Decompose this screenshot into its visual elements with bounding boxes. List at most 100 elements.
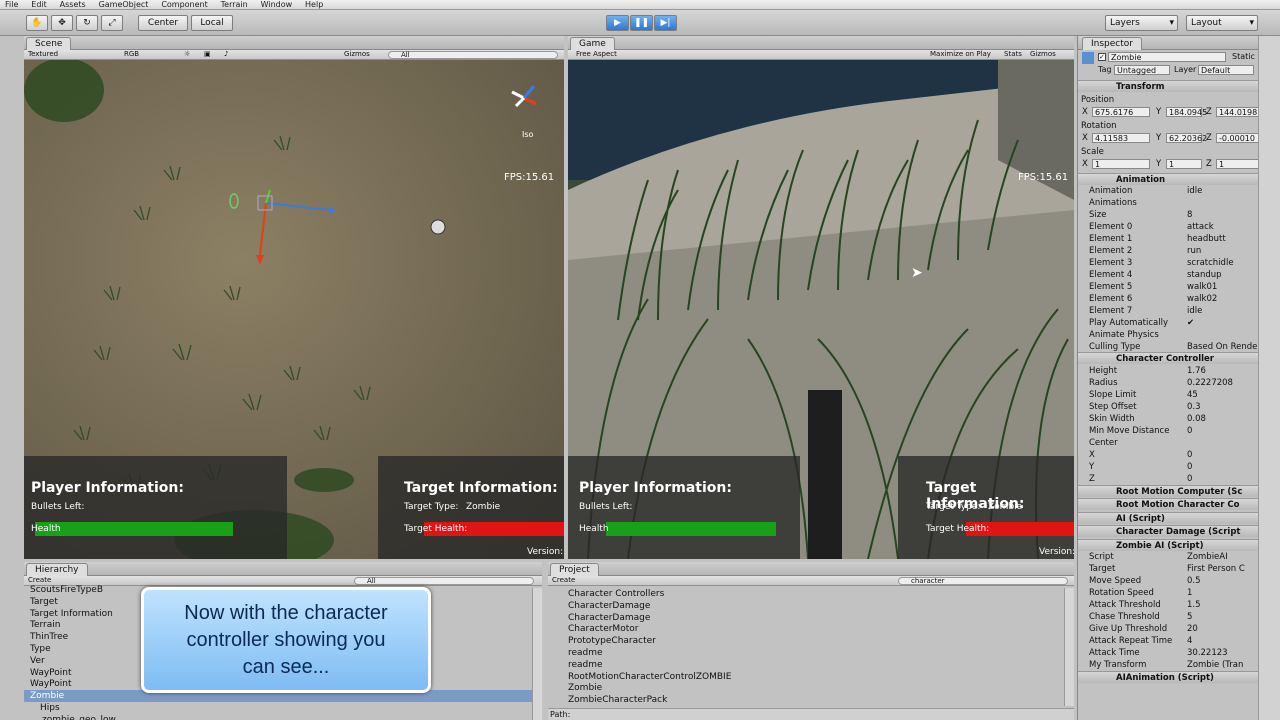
animation-header[interactable]: Animation	[1078, 173, 1258, 185]
character-controller-row[interactable]: Z0	[1078, 473, 1258, 485]
rotation-z-field[interactable]: -0.00010	[1216, 133, 1258, 143]
zombie-ai-row-value[interactable]: 20	[1187, 623, 1198, 635]
project-item[interactable]: Character Controllers	[568, 588, 664, 600]
zombie-ai-row[interactable]: Chase Threshold 5	[1078, 611, 1258, 623]
menu-assets[interactable]: Assets	[55, 0, 91, 10]
pivot-center-button[interactable]: Center	[138, 15, 188, 31]
character-damage-header[interactable]: Character Damage (Script	[1078, 525, 1258, 537]
render-mode-dropdown[interactable]: RGB	[124, 50, 139, 59]
project-item[interactable]: ZombieCharacterPack	[568, 694, 667, 706]
rotation-x-field[interactable]: 4.11583	[1092, 133, 1150, 143]
character-controller-row-value[interactable]: 0	[1187, 425, 1192, 437]
draw-mode-dropdown[interactable]: Textured	[28, 50, 58, 59]
zombie-ai-row-value[interactable]: 4	[1187, 635, 1192, 647]
step-button[interactable]: ▶|	[654, 15, 677, 31]
character-controller-row-value[interactable]: 0	[1187, 449, 1192, 461]
zombie-ai-row[interactable]: My Transform Zombie (Tran	[1078, 659, 1258, 671]
character-controller-row-value[interactable]: 0.2227208	[1187, 377, 1233, 389]
character-controller-row[interactable]: Slope Limit 45	[1078, 389, 1258, 401]
animation-row-value[interactable]: standup	[1187, 269, 1222, 281]
project-item[interactable]: CharacterDamage	[568, 600, 650, 612]
hierarchy-search-input[interactable]: All	[354, 577, 534, 585]
hierarchy-item[interactable]: zombie_geo_low	[42, 714, 116, 720]
project-scrollbar[interactable]	[1064, 588, 1074, 706]
scene-search-input[interactable]: All	[388, 51, 558, 59]
hierarchy-scrollbar[interactable]	[532, 588, 542, 720]
zombie-ai-row-value[interactable]: ZombieAI	[1187, 551, 1228, 563]
zombie-ai-row[interactable]: Move Speed 0.5	[1078, 575, 1258, 587]
project-search-input[interactable]: character	[898, 577, 1068, 585]
animation-row-value[interactable]: walk02	[1187, 293, 1217, 305]
menu-window[interactable]: Window	[256, 0, 298, 10]
character-controller-row[interactable]: Y0	[1078, 461, 1258, 473]
project-item[interactable]: CharacterMotor	[568, 623, 638, 635]
position-x-field[interactable]: 675.6176	[1092, 107, 1150, 117]
animation-row[interactable]: Size 8	[1078, 209, 1258, 221]
animation-row-value[interactable]: attack	[1187, 221, 1214, 233]
animation-row[interactable]: Element 0 attack	[1078, 221, 1258, 233]
character-controller-row[interactable]: X0	[1078, 449, 1258, 461]
image-icon[interactable]: ▣	[204, 50, 211, 59]
animation-row[interactable]: Element 3 scratchidle	[1078, 257, 1258, 269]
scene-view[interactable]: Iso FPS:15.61 Player Information: Bullet…	[24, 60, 564, 559]
character-controller-row-value[interactable]: 1.76	[1187, 365, 1206, 377]
tab-game[interactable]: Game	[570, 37, 615, 50]
character-controller-row-value[interactable]: 45	[1187, 389, 1198, 401]
root-motion-computer-header[interactable]: Root Motion Computer (Sc	[1078, 485, 1258, 497]
zombie-ai-row[interactable]: Rotation Speed 1	[1078, 587, 1258, 599]
animation-row[interactable]: Element 2 run	[1078, 245, 1258, 257]
tab-scene[interactable]: Scene	[26, 37, 72, 50]
character-controller-header[interactable]: Character Controller	[1078, 352, 1258, 364]
zombie-ai-row-value[interactable]: 1	[1187, 587, 1192, 599]
menu-edit[interactable]: Edit	[26, 0, 52, 10]
character-controller-row[interactable]: Skin Width 0.08	[1078, 413, 1258, 425]
animation-row-value[interactable]: headbutt	[1187, 233, 1226, 245]
object-name-field[interactable]: Zombie	[1108, 52, 1226, 62]
animation-row[interactable]: Animations	[1078, 197, 1258, 209]
zombie-ai-row-value[interactable]: 1.5	[1187, 599, 1201, 611]
animation-row-value[interactable]: idle	[1187, 305, 1202, 317]
animation-row-value[interactable]: walk01	[1187, 281, 1217, 293]
hierarchy-item[interactable]: Terrain	[30, 619, 60, 631]
hierarchy-item[interactable]: WayPoint	[30, 667, 72, 679]
layers-dropdown[interactable]: Layers ▾	[1105, 15, 1178, 31]
animation-row[interactable]: Element 5 walk01	[1078, 281, 1258, 293]
hierarchy-item[interactable]: Type	[30, 643, 51, 655]
pause-button[interactable]: ❚❚	[630, 15, 653, 31]
audio-icon[interactable]: ♪	[224, 50, 228, 59]
hierarchy-item[interactable]: Hips	[40, 702, 60, 714]
animation-row[interactable]: Animation idle	[1078, 185, 1258, 197]
zombie-ai-header[interactable]: Zombie AI (Script)	[1078, 539, 1258, 551]
play-button[interactable]: ▶	[606, 15, 629, 31]
hierarchy-item[interactable]: ThinTree	[30, 631, 68, 643]
character-controller-row[interactable]: Height 1.76	[1078, 365, 1258, 377]
hierarchy-item[interactable]: WayPoint	[30, 678, 72, 690]
scale-y-field[interactable]: 1	[1166, 159, 1202, 169]
hand-tool-button[interactable]: ✋	[26, 15, 48, 31]
lighting-icon[interactable]: ☼	[184, 50, 190, 59]
project-item[interactable]: CharacterDamage	[568, 612, 650, 624]
zombie-ai-row[interactable]: Script ZombieAI	[1078, 551, 1258, 563]
animation-row[interactable]: Element 4 standup	[1078, 269, 1258, 281]
animation-row[interactable]: Play Automatically ✔	[1078, 317, 1258, 329]
scale-x-field[interactable]: 1	[1092, 159, 1150, 169]
move-tool-button[interactable]: ✥	[51, 15, 73, 31]
layer-dropdown[interactable]: Default	[1198, 65, 1254, 75]
zombie-ai-row[interactable]: Attack Threshold 1.5	[1078, 599, 1258, 611]
scale-tool-button[interactable]: ⤢	[101, 15, 123, 31]
hierarchy-item[interactable]: Target Information	[30, 608, 113, 620]
animation-row-value[interactable]: run	[1187, 245, 1201, 257]
zombie-ai-row-value[interactable]: 30.22123	[1187, 647, 1228, 659]
animation-row[interactable]: Element 6 walk02	[1078, 293, 1258, 305]
zombie-ai-row-value[interactable]: First Person C	[1187, 563, 1245, 575]
character-controller-row-value[interactable]: 0	[1187, 461, 1192, 473]
character-controller-row-value[interactable]: 0.08	[1187, 413, 1206, 425]
character-controller-row[interactable]: Step Offset 0.3	[1078, 401, 1258, 413]
menu-terrain[interactable]: Terrain	[216, 0, 253, 10]
static-checkbox[interactable]: Static	[1232, 52, 1255, 61]
ai-animation-header[interactable]: AIAnimation (Script)	[1078, 671, 1258, 683]
transform-header[interactable]: Transform	[1078, 80, 1258, 92]
root-motion-character-header[interactable]: Root Motion Character Co	[1078, 498, 1258, 510]
menu-file[interactable]: File	[0, 0, 23, 10]
hierarchy-item[interactable]: Ver	[30, 655, 45, 667]
